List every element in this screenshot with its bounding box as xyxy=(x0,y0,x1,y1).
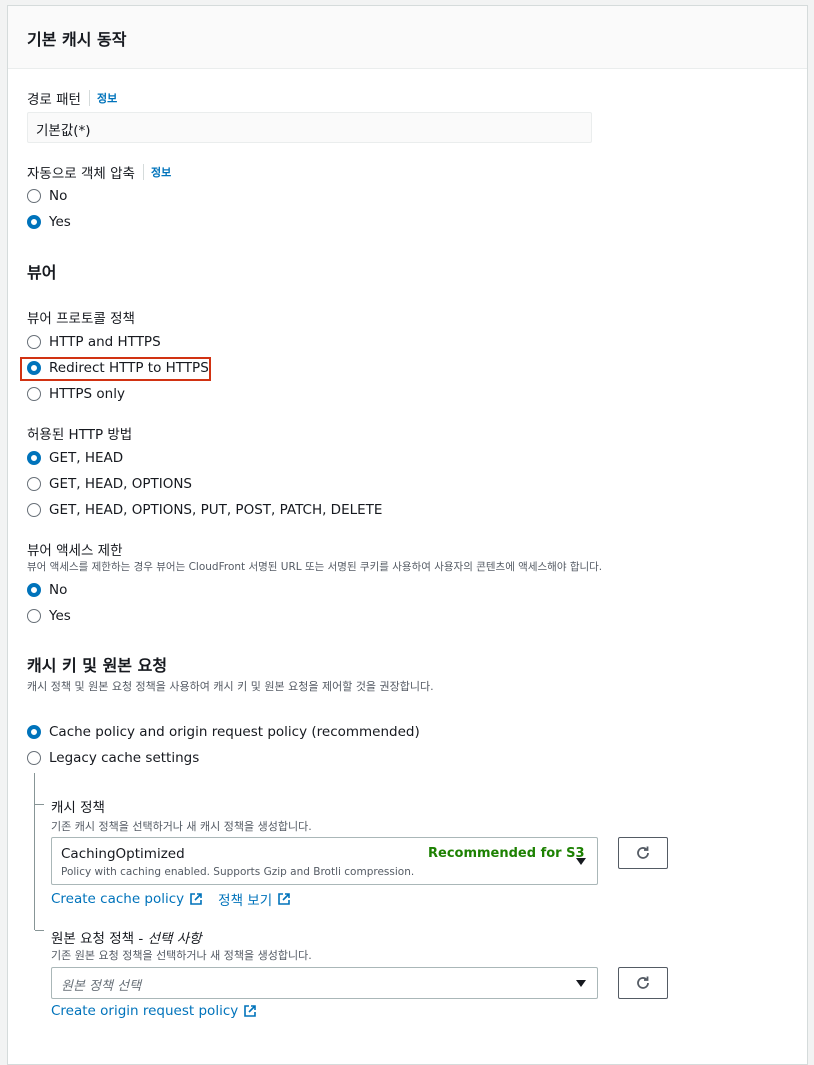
cache-policy-select[interactable]: CachingOptimized Recommended for S3 Poli… xyxy=(51,837,598,885)
allowed-methods-label: 허용된 HTTP 방법 xyxy=(27,427,133,443)
create-cache-policy-link[interactable]: Create cache policy xyxy=(51,891,203,907)
refresh-origin-policy-button[interactable] xyxy=(618,967,668,999)
radio-icon[interactable] xyxy=(27,751,41,765)
compress-info-link[interactable]: 정보 xyxy=(142,164,171,180)
methods-option-get-head[interactable]: GET, HEAD xyxy=(27,448,123,468)
tree-branch xyxy=(35,930,44,931)
methods-option-all[interactable]: GET, HEAD, OPTIONS, PUT, POST, PATCH, DE… xyxy=(27,500,382,520)
radio-checked-icon[interactable] xyxy=(27,215,41,229)
radio-icon[interactable] xyxy=(27,609,41,623)
path-pattern-input: 기본값(*) xyxy=(27,112,592,143)
caret-down-icon xyxy=(576,858,586,865)
restrict-access-description: 뷰어 액세스를 제한하는 경우 뷰어는 CloudFront 서명된 URL 또… xyxy=(27,561,603,573)
path-pattern-value: 기본값(*) xyxy=(36,123,91,139)
restrict-option-yes[interactable]: Yes xyxy=(27,606,71,626)
compress-option-yes[interactable]: Yes xyxy=(27,212,71,232)
caret-down-icon xyxy=(576,980,586,987)
restrict-access-label: 뷰어 액세스 제한 xyxy=(27,543,123,559)
path-pattern-info-link[interactable]: 정보 xyxy=(88,90,117,106)
radio-checked-icon[interactable] xyxy=(27,725,41,739)
radio-checked-icon[interactable] xyxy=(27,451,41,465)
radio-icon[interactable] xyxy=(27,503,41,517)
restrict-option-no[interactable]: No xyxy=(27,580,67,600)
origin-policy-placeholder: 원본 정책 선택 xyxy=(61,979,142,994)
compress-option-no[interactable]: No xyxy=(27,186,67,206)
section-title: 기본 캐시 동작 xyxy=(27,30,127,49)
protocol-option-https-only[interactable]: HTTPS only xyxy=(27,384,125,404)
cache-policy-label: 캐시 정책 xyxy=(51,800,105,816)
cache-key-heading: 캐시 키 및 원본 요청 xyxy=(27,656,168,675)
external-link-icon xyxy=(278,893,290,905)
methods-option-get-head-options[interactable]: GET, HEAD, OPTIONS xyxy=(27,474,192,494)
refresh-icon xyxy=(637,846,649,859)
refresh-cache-policy-button[interactable] xyxy=(618,837,668,869)
cache-option-policy[interactable]: Cache policy and origin request policy (… xyxy=(27,722,420,742)
protocol-option-redirect[interactable]: Redirect HTTP to HTTPS xyxy=(27,358,209,378)
recommended-badge: Recommended for S3 xyxy=(428,846,585,861)
cache-policy-description: 기존 캐시 정책을 선택하거나 새 캐시 정책을 생성합니다. xyxy=(51,820,312,833)
origin-policy-select[interactable]: 원본 정책 선택 xyxy=(51,967,598,999)
viewer-protocol-label: 뷰어 프로토콜 정책 xyxy=(27,311,135,327)
radio-icon[interactable] xyxy=(27,189,41,203)
radio-checked-icon[interactable] xyxy=(27,361,41,375)
cache-option-legacy[interactable]: Legacy cache settings xyxy=(27,748,199,768)
origin-policy-description: 기존 원본 요청 정책을 선택하거나 새 정책을 생성합니다. xyxy=(51,949,312,962)
path-pattern-label: 경로 패턴 xyxy=(27,92,81,108)
view-policy-link[interactable]: 정책 보기 xyxy=(218,889,291,909)
refresh-icon xyxy=(637,976,649,989)
radio-icon[interactable] xyxy=(27,477,41,491)
tree-line xyxy=(34,773,35,930)
tree-branch xyxy=(35,804,44,805)
radio-checked-icon[interactable] xyxy=(27,583,41,597)
protocol-option-http-https[interactable]: HTTP and HTTPS xyxy=(27,332,161,352)
external-link-icon xyxy=(244,1005,257,1017)
origin-policy-label: 원본 요청 정책 - 선택 사항 xyxy=(51,931,202,947)
radio-icon[interactable] xyxy=(27,387,41,401)
radio-icon[interactable] xyxy=(27,335,41,349)
external-link-icon xyxy=(190,893,202,905)
cache-key-description: 캐시 정책 및 원본 요청 정책을 사용하여 캐시 키 및 원본 요청을 제어할… xyxy=(27,680,434,693)
cache-policy-selected-name: CachingOptimized xyxy=(61,846,185,862)
panel-header xyxy=(8,6,807,69)
cache-policy-selected-desc: Policy with caching enabled. Supports Gz… xyxy=(61,866,415,878)
create-origin-request-policy-link[interactable]: Create origin request policy xyxy=(51,1003,257,1019)
compress-label: 자동으로 객체 압축 xyxy=(27,166,135,182)
viewer-heading: 뷰어 xyxy=(27,263,57,282)
